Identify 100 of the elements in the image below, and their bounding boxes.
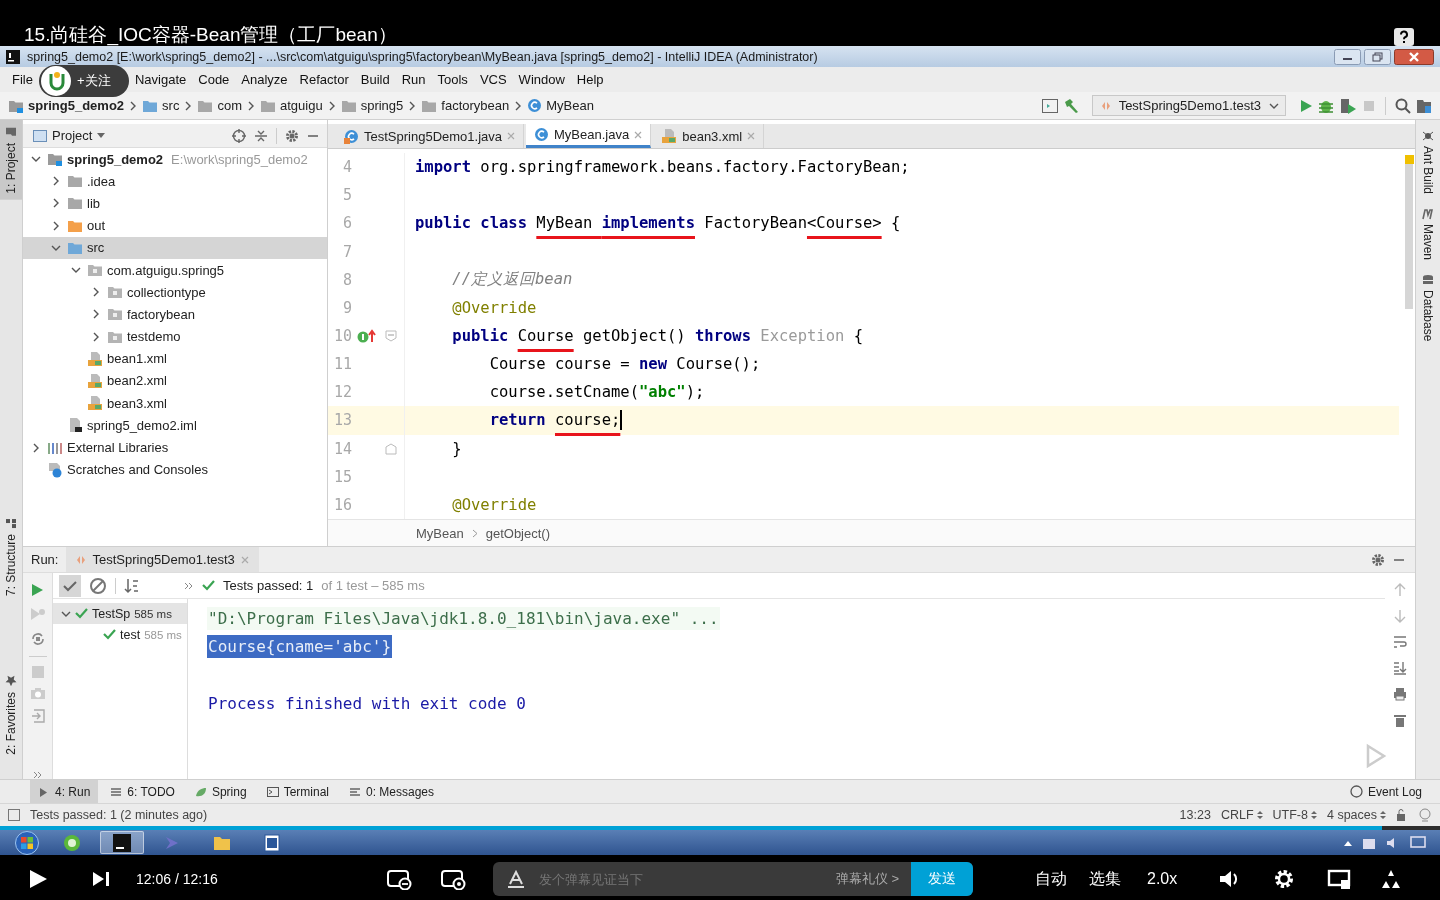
menu-item[interactable]: VCS — [473, 72, 513, 87]
settings-icon[interactable] — [1273, 868, 1296, 890]
test-tree-item[interactable]: TestSp 585 ms — [53, 603, 187, 624]
trash-icon[interactable] — [1394, 713, 1406, 727]
run-config-dropdown[interactable]: TestSpring5Demo1.test3 — [1091, 95, 1286, 116]
breadcrumb[interactable]: com — [197, 98, 242, 113]
tool-window-tab[interactable]: Spring — [186, 780, 255, 803]
sort-icon[interactable] — [124, 577, 140, 594]
show-ignored-icon[interactable] — [89, 576, 107, 595]
danmaku-etiquette-link[interactable]: 弹幕礼仪 > — [835, 870, 899, 888]
tree-item[interactable]: spring5_demo2 E:\work\spring5_demo2 — [23, 148, 327, 171]
tool-window-tab[interactable]: 6: TODO — [102, 780, 183, 803]
minimize-button[interactable] — [1334, 48, 1361, 65]
breadcrumb[interactable]: spring5_demo2 — [8, 98, 125, 113]
help-icon[interactable] — [1394, 28, 1414, 46]
breadcrumb[interactable]: atguigu — [260, 98, 323, 113]
window-mode-icon[interactable] — [1327, 868, 1352, 890]
breadcrumb[interactable]: spring5 — [340, 98, 404, 113]
tree-item[interactable]: Scratches and Consoles — [23, 458, 327, 481]
tree-item[interactable]: factorybean — [23, 303, 327, 326]
tool-window-tab[interactable]: 0: Messages — [341, 780, 443, 803]
monitor-icon[interactable] — [1410, 835, 1426, 850]
next-icon[interactable] — [92, 871, 110, 887]
tree-item[interactable]: spring5_demo2.iml — [23, 414, 327, 437]
menu-item[interactable]: Navigate — [128, 72, 193, 87]
coverage-icon[interactable] — [1339, 97, 1357, 114]
tree-item[interactable]: testdemo — [23, 325, 327, 348]
tool-window-tab[interactable]: 2: Favorites — [0, 669, 22, 761]
line-separator-selector[interactable]: CRLF — [1220, 808, 1263, 822]
tree-item[interactable]: bean3.xml — [23, 392, 327, 415]
menu-item[interactable]: Help — [570, 72, 610, 87]
restore-button[interactable] — [1364, 48, 1391, 65]
tool-window-tab[interactable]: 4: Run — [30, 780, 99, 803]
tree-item[interactable]: com.atguigu.spring5 — [23, 258, 327, 282]
tree-item[interactable]: bean2.xml — [23, 369, 327, 393]
breadcrumb[interactable]: src — [142, 98, 180, 113]
more-icon[interactable] — [184, 581, 194, 590]
follow-button[interactable]: +关注 — [38, 65, 129, 97]
tray-arrow-icon[interactable] — [1344, 839, 1352, 846]
close-button[interactable] — [1394, 48, 1434, 65]
menu-item[interactable]: Run — [395, 72, 432, 87]
tree-item[interactable]: out — [23, 214, 327, 237]
event-log-tab[interactable]: Event Log — [1341, 780, 1430, 803]
toggle-auto-test-icon[interactable] — [29, 631, 46, 647]
scroll-to-end-icon[interactable] — [1393, 661, 1407, 675]
status-icon[interactable] — [8, 809, 20, 821]
editor-tab[interactable]: bean3.xml — [653, 124, 765, 148]
view-selector[interactable]: Project — [33, 128, 106, 143]
search-icon[interactable] — [1395, 97, 1411, 114]
tool-window-tab[interactable]: Ant Build — [1416, 130, 1440, 195]
project-structure-icon[interactable] — [1416, 97, 1432, 114]
menu-item[interactable]: Refactor — [293, 72, 355, 87]
hammer-icon[interactable] — [1062, 97, 1079, 114]
indent-selector[interactable]: 4 spaces — [1326, 808, 1386, 822]
encoding-selector[interactable]: UTF-8 — [1272, 808, 1317, 822]
tree-item[interactable]: External Libraries — [23, 436, 327, 459]
breadcrumb[interactable]: MyBean — [527, 98, 594, 113]
close-icon[interactable] — [634, 130, 643, 139]
breadcrumb[interactable]: factorybean — [421, 98, 510, 113]
quality-button[interactable]: 自动 — [1035, 868, 1067, 890]
soft-wrap-icon[interactable] — [1393, 635, 1407, 649]
run-icon[interactable] — [1299, 98, 1313, 113]
console-icon[interactable] — [1041, 98, 1058, 113]
tree-item[interactable]: src — [23, 236, 327, 259]
danmaku-settings-icon[interactable] — [440, 868, 466, 890]
lock-icon[interactable] — [1396, 809, 1408, 821]
print-icon[interactable] — [1393, 687, 1407, 701]
show-passed-button[interactable] — [59, 574, 81, 597]
menu-item[interactable]: File — [6, 72, 39, 87]
tool-window-tab[interactable]: Database — [1416, 274, 1440, 342]
menu-item[interactable]: Window — [512, 72, 571, 87]
play-icon[interactable] — [28, 869, 48, 889]
tool-window-tab[interactable]: 7: Structure — [0, 510, 22, 602]
breadcrumb[interactable]: getObject() — [485, 525, 550, 541]
menu-item[interactable]: Build — [354, 72, 396, 87]
scrollbar-thumb[interactable] — [1405, 164, 1413, 309]
test-tree-item[interactable]: test 585 ms — [53, 624, 187, 645]
speed-button[interactable]: 2.0x — [1147, 870, 1178, 888]
tree-item[interactable]: collectiontype — [23, 281, 327, 304]
tool-window-tab[interactable]: Maven — [1416, 208, 1440, 261]
text-style-icon[interactable] — [507, 870, 525, 888]
menu-item[interactable]: Code — [192, 72, 236, 87]
menu-item[interactable]: Analyze — [235, 72, 294, 87]
editor-tab[interactable]: MyBean.java — [526, 124, 652, 148]
collapse-all-icon[interactable] — [254, 128, 268, 143]
breadcrumb[interactable]: MyBean — [416, 525, 464, 541]
tree-item[interactable]: bean1.xml — [23, 347, 327, 370]
caret-position[interactable]: 13:23 — [1179, 808, 1211, 822]
more-icon[interactable] — [32, 771, 43, 779]
danmaku-toggle-icon[interactable] — [386, 868, 412, 890]
locate-icon[interactable] — [232, 128, 246, 143]
tool-window-tab[interactable]: Terminal — [258, 780, 337, 803]
rerun-icon[interactable] — [31, 583, 44, 597]
tree-item[interactable]: lib — [23, 192, 327, 215]
menu-item[interactable]: Tools — [431, 72, 474, 87]
run-tab[interactable]: TestSpring5Demo1.test3 — [66, 547, 259, 572]
tree-item[interactable]: .idea — [23, 170, 327, 193]
tool-window-tab[interactable]: 1: Project — [0, 120, 22, 200]
taskbar-item[interactable] — [100, 831, 144, 854]
episodes-button[interactable]: 选集 — [1089, 868, 1121, 890]
